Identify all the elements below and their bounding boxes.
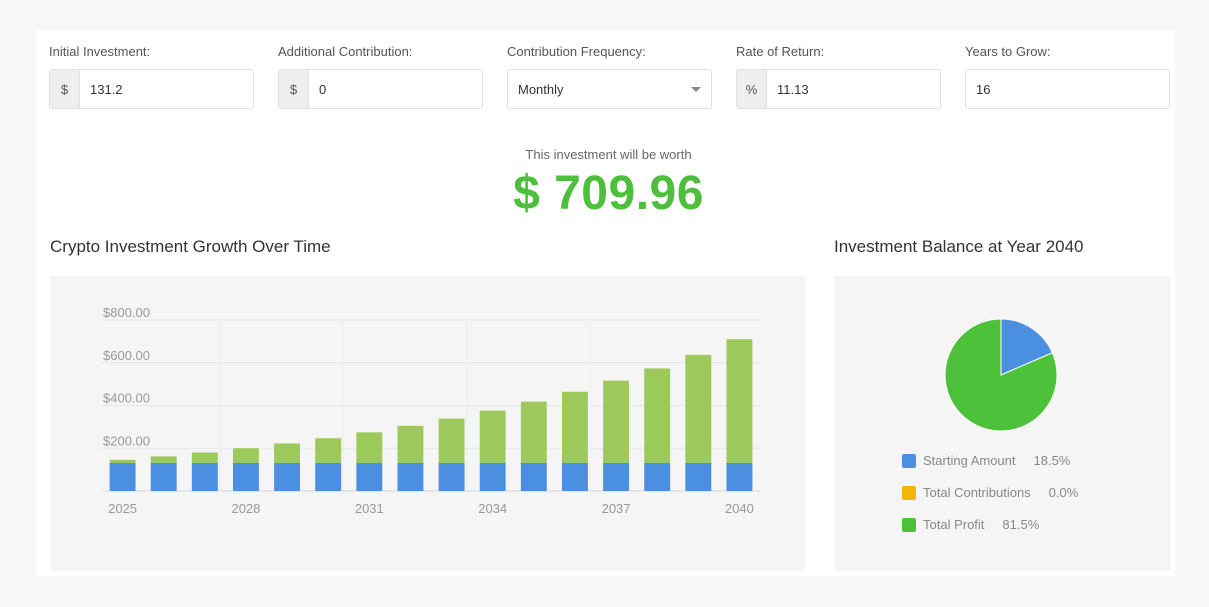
growth-chart-panel: $800.00 $600.00 $400.00 $200.00 2025 2028 2031…	[50, 276, 805, 571]
rate-of-return-label: Rate of Return:	[736, 44, 825, 59]
bar-starting[interactable]	[726, 462, 753, 491]
initial-investment-field: Initial Investment: $ 131.2	[49, 44, 254, 109]
chevron-down-icon[interactable]	[681, 70, 711, 108]
legend-swatch	[902, 453, 916, 468]
y-tick-label: $600.00	[103, 348, 150, 363]
bar-starting[interactable]	[191, 462, 218, 491]
balance-pie-panel: Starting Amount 18.5% Total Contributions 0…	[834, 276, 1171, 571]
bar-starting[interactable]	[109, 462, 136, 491]
bar-profit[interactable]	[726, 339, 753, 463]
bar-profit[interactable]	[479, 410, 506, 463]
legend-item[interactable]: Total Contributions 0.0%	[902, 485, 1078, 500]
years-to-grow-value[interactable]: 16	[966, 70, 1169, 108]
bar-profit[interactable]	[397, 425, 424, 463]
legend-swatch	[902, 517, 916, 532]
bar-profit[interactable]	[438, 418, 465, 463]
bar-starting[interactable]	[603, 462, 630, 491]
bar-starting[interactable]	[397, 462, 424, 491]
y-tick-label: $400.00	[103, 391, 150, 406]
bar-starting[interactable]	[232, 462, 259, 491]
rate-of-return-input[interactable]: % 11.13	[736, 69, 941, 109]
bar-starting[interactable]	[561, 462, 588, 491]
growth-bar-chart: $800.00 $600.00 $400.00 $200.00 2025 2028 2031…	[102, 305, 760, 516]
contribution-frequency-select[interactable]: Monthly	[507, 69, 712, 109]
additional-contribution-input[interactable]: $ 0	[278, 69, 483, 109]
legend-percent: 18.5%	[1033, 453, 1071, 468]
legend-percent: 0.0%	[1048, 485, 1079, 500]
bar-profit[interactable]	[315, 438, 342, 463]
additional-contribution-label: Additional Contribution:	[278, 44, 413, 59]
balance-pie-chart	[944, 318, 1058, 432]
bar-profit[interactable]	[685, 354, 712, 463]
bar-starting[interactable]	[479, 462, 506, 491]
bar-profit[interactable]	[109, 459, 136, 463]
y-tick-label: $800.00	[103, 305, 150, 320]
legend-item[interactable]: Total Profit 81.5%	[902, 517, 1039, 532]
y-tick-label: $200.00	[103, 433, 150, 448]
years-to-grow-label: Years to Grow:	[965, 44, 1051, 59]
bar-starting[interactable]	[356, 462, 383, 491]
bar-starting[interactable]	[150, 462, 177, 491]
x-tick-label: 2037	[602, 501, 631, 516]
bar-profit[interactable]	[191, 452, 218, 463]
dollar-prefix: $	[279, 70, 309, 108]
growth-chart-title: Crypto Investment Growth Over Time	[50, 237, 331, 256]
bar-profit[interactable]	[561, 391, 588, 463]
calculator-card: Initial Investment: $ 131.2 Additional C…	[36, 30, 1175, 576]
bar-starting[interactable]	[274, 462, 301, 491]
legend-label: Total Contributions	[923, 485, 1031, 500]
rate-of-return-field: Rate of Return: % 11.13	[736, 44, 941, 109]
bar-profit[interactable]	[150, 456, 177, 463]
x-tick-label: 2040	[725, 501, 754, 516]
dollar-prefix: $	[50, 70, 80, 108]
bar-profit[interactable]	[274, 443, 301, 463]
bar-profit[interactable]	[232, 448, 259, 463]
x-tick-label: 2034	[478, 501, 507, 516]
x-tick-label: 2025	[108, 501, 137, 516]
legend-percent: 81.5%	[1002, 517, 1040, 532]
contribution-frequency-field: Contribution Frequency: Monthly	[507, 44, 712, 109]
legend-label: Starting Amount	[923, 453, 1016, 468]
bar-starting[interactable]	[438, 462, 465, 491]
additional-contribution-field: Additional Contribution: $ 0	[278, 44, 483, 109]
result-value: $ 709.96	[513, 167, 704, 220]
rate-of-return-value[interactable]: 11.13	[767, 70, 940, 108]
result-caption: This investment will be worth	[525, 147, 692, 162]
legend-swatch	[902, 485, 916, 500]
legend-item[interactable]: Starting Amount 18.5%	[902, 453, 1070, 468]
percent-prefix: %	[737, 70, 767, 108]
bar-starting[interactable]	[520, 462, 547, 491]
bar-profit[interactable]	[644, 368, 671, 463]
initial-investment-input[interactable]: $ 131.2	[49, 69, 254, 109]
years-to-grow-field: Years to Grow: 16	[965, 44, 1170, 109]
contribution-frequency-value: Monthly	[518, 81, 564, 97]
years-to-grow-input[interactable]: 16	[965, 69, 1170, 109]
legend-label: Total Profit	[923, 517, 985, 532]
bar-profit[interactable]	[520, 401, 547, 463]
x-tick-label: 2031	[355, 501, 384, 516]
additional-contribution-value[interactable]: 0	[309, 70, 482, 108]
bar-starting[interactable]	[315, 462, 342, 491]
bar-starting[interactable]	[644, 462, 671, 491]
x-tick-label: 2028	[231, 501, 260, 516]
bar-profit[interactable]	[603, 380, 630, 463]
initial-investment-label: Initial Investment:	[49, 44, 151, 59]
contribution-frequency-label: Contribution Frequency:	[507, 44, 646, 59]
balance-chart-title: Investment Balance at Year 2040	[834, 237, 1084, 256]
initial-investment-value[interactable]: 131.2	[80, 70, 253, 108]
bar-profit[interactable]	[356, 432, 383, 463]
bar-starting[interactable]	[685, 462, 712, 491]
